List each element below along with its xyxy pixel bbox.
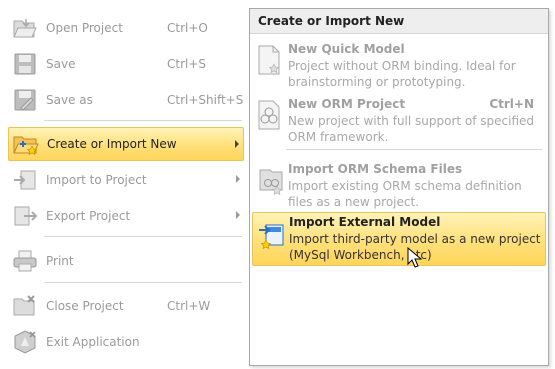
menu-print[interactable]: Print [8, 244, 244, 278]
sub-new-orm-project[interactable]: New ORM Project Ctrl+N New project with … [252, 95, 546, 145]
menu-close-project[interactable]: Close Project Ctrl+W [8, 289, 244, 323]
menu-create-or-import-new[interactable]: Create or Import New [8, 127, 244, 161]
menu-save[interactable]: Save Ctrl+S [8, 47, 244, 81]
folder-open-icon [10, 14, 40, 42]
sub-import-external-model[interactable]: Import External Model Import third-party… [252, 212, 546, 266]
menu-shortcut: Ctrl+W [167, 299, 211, 313]
menu-label: Export Project [46, 209, 131, 223]
file-menu: Open Project Ctrl+O Save Ctrl+S Save as … [0, 0, 250, 369]
floppy-disk-icon [10, 50, 40, 78]
menu-import-to-project[interactable]: Import to Project [8, 163, 244, 197]
menu-label: Open Project [46, 21, 123, 35]
import-external-model-icon [257, 217, 287, 250]
menu-exit-application[interactable]: Exit Application [8, 325, 244, 359]
submenu-arrow-icon [235, 140, 239, 148]
sub-title: New Quick Model [288, 42, 405, 56]
menu-open-project[interactable]: Open Project Ctrl+O [8, 11, 244, 45]
menu-separator [44, 236, 242, 237]
create-or-import-submenu: Create or Import New New Quick Model Pro… [249, 8, 549, 366]
menu-save-as[interactable]: Save as Ctrl+Shift+S [8, 83, 244, 117]
sub-title: Import External Model [289, 215, 441, 229]
sub-shortcut: Ctrl+N [489, 97, 534, 111]
sub-title: New ORM Project [288, 97, 406, 111]
menu-label: Exit Application [46, 335, 140, 349]
exit-icon [10, 328, 40, 356]
sub-description: Import existing ORM schema definition fi… [288, 179, 522, 209]
menu-label: Save [46, 57, 76, 71]
sub-new-quick-model[interactable]: New Quick Model Project without ORM bind… [252, 40, 546, 90]
save-as-icon [10, 86, 40, 114]
submenu-arrow-icon [236, 175, 240, 183]
submenu-separator [286, 149, 542, 150]
menu-export-project[interactable]: Export Project [8, 199, 244, 233]
menu-label: Create or Import New [47, 137, 177, 151]
close-project-icon [10, 292, 40, 320]
menu-shortcut: Ctrl+Shift+S [167, 93, 244, 107]
menu-separator [44, 120, 242, 121]
menu-separator [44, 282, 242, 283]
submenu-arrow-icon [236, 211, 240, 219]
sub-import-orm-schema-files[interactable]: Import ORM Schema Files Import existing … [252, 160, 546, 210]
menu-label: Print [46, 254, 74, 268]
menu-shortcut: Ctrl+O [167, 21, 208, 35]
import-icon [10, 166, 40, 194]
menu-label: Close Project [46, 299, 124, 313]
mouse-pointer-icon [407, 246, 423, 272]
menu-label: Save as [46, 93, 93, 107]
folder-new-icon [11, 130, 41, 158]
export-icon [10, 202, 40, 230]
sub-title: Import ORM Schema Files [288, 162, 463, 176]
sub-description: Project without ORM binding. Ideal for b… [288, 59, 516, 89]
quick-model-icon [256, 44, 286, 76]
submenu-header: Create or Import New [250, 9, 548, 34]
printer-icon [10, 247, 40, 275]
import-schema-icon [256, 164, 286, 196]
orm-project-icon [256, 99, 286, 131]
sub-description: New project with full support of specifi… [288, 114, 535, 144]
menu-label: Import to Project [46, 173, 147, 187]
menu-shortcut: Ctrl+S [167, 57, 207, 71]
